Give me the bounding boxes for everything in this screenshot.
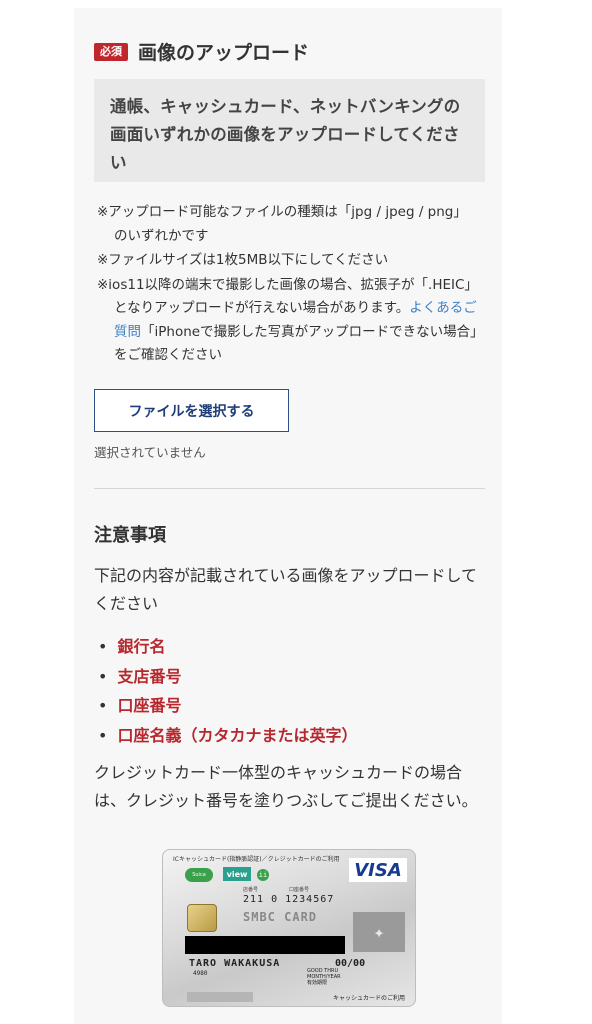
card-expiry: 00/00: [335, 958, 366, 969]
upload-notes: ※アップロード可能なファイルの種類は「jpg / jpeg / png」のいずれ…: [97, 201, 477, 369]
redacted-credit-number: [185, 936, 345, 954]
no-file-selected-text: 選択されていません: [94, 445, 206, 460]
required-items-list: • 銀行名 • 支店番号 • 口座番号 • 口座名義（カタカナまたは英字）: [98, 632, 357, 750]
card-header-text: ICキャッシュカード(指静脈認証)／クレジットカードのご利用: [173, 856, 340, 863]
list-item: • 支店番号: [98, 662, 357, 692]
bullet-icon: •: [98, 696, 108, 715]
credit-card-note: クレジットカード一体型のキャッシュカードの場合は、クレジット番号を塗りつぶしてご…: [94, 763, 478, 810]
upload-instruction-text: 通帳、キャッシュカード、ネットバンキングの画面いずれかの画像をアップロードしてく…: [110, 97, 461, 172]
section-divider: [94, 488, 485, 489]
card-bank-name: SMBC CARD: [243, 910, 318, 924]
caution-intro: 下記の内容が記載されている画像をアップロードしてください: [94, 566, 478, 613]
bird-emblem-icon: ✦: [353, 912, 405, 952]
bullet-icon: •: [98, 725, 108, 745]
list-item: • 口座番号: [98, 691, 357, 721]
store-number-label: 店番号: [243, 887, 259, 893]
visa-logo: VISA: [349, 858, 407, 882]
list-item: • 口座名義（カタカナまたは英字）: [98, 721, 357, 751]
bullet-icon: •: [98, 666, 108, 686]
card-small-code: 4980: [193, 970, 208, 977]
account-number-label: 口座番号: [289, 887, 310, 893]
note-file-types: ※アップロード可能なファイルの種類は「jpg / jpeg / png」のいずれ…: [97, 204, 467, 244]
card-good-thru: GOOD THRU MONTH/YEAR 有効期限: [307, 968, 341, 986]
item-account-holder: 口座名義（カタカナまたは英字）: [117, 725, 358, 745]
card-footer-text: キャッシュカードのご利用: [332, 995, 405, 1002]
item-bank-name: 銀行名: [117, 637, 166, 656]
upload-instruction-box: 通帳、キャッシュカード、ネットバンキングの画面いずれかの画像をアップロードしてく…: [94, 79, 485, 182]
note-ios-suffix: 「iPhoneで撮影した写真がアップロードできない場合」をご確認ください: [114, 323, 477, 364]
upload-section-header: 必須 画像のアップロード: [94, 38, 309, 65]
list-item: • 銀行名: [98, 632, 357, 662]
item-account-number: 口座番号: [117, 696, 182, 715]
suica-logo: Suica: [185, 868, 213, 882]
required-badge: 必須: [94, 42, 128, 61]
ic-chip-icon: [187, 904, 217, 932]
blurred-text: [187, 992, 253, 1002]
note-file-size: ※ファイルサイズは1枚5MB以下にしてください: [97, 252, 389, 268]
view-logo: view: [223, 867, 251, 881]
upload-section-title: 画像のアップロード: [138, 42, 310, 64]
valid-label: 有効期限: [307, 980, 328, 986]
sample-cash-card-image: ICキャッシュカード(指静脈認証)／クレジットカードのご利用 VISA Suic…: [162, 849, 416, 1007]
caution-title: 注意事項: [94, 525, 166, 546]
choose-file-button[interactable]: ファイルを選択する: [94, 389, 289, 432]
ic-logo: ii: [257, 869, 269, 881]
card-holder-name: TARO WAKAKUSA: [189, 958, 281, 969]
bullet-icon: •: [98, 637, 108, 656]
item-branch-number: 支店番号: [117, 666, 182, 686]
card-account-numbers: 211 0 1234567: [243, 894, 335, 905]
note-ios-heic: ※ios11以降の端末で撮影した画像の場合、拡張子が「.HEIC」となりアップロ…: [97, 274, 477, 368]
